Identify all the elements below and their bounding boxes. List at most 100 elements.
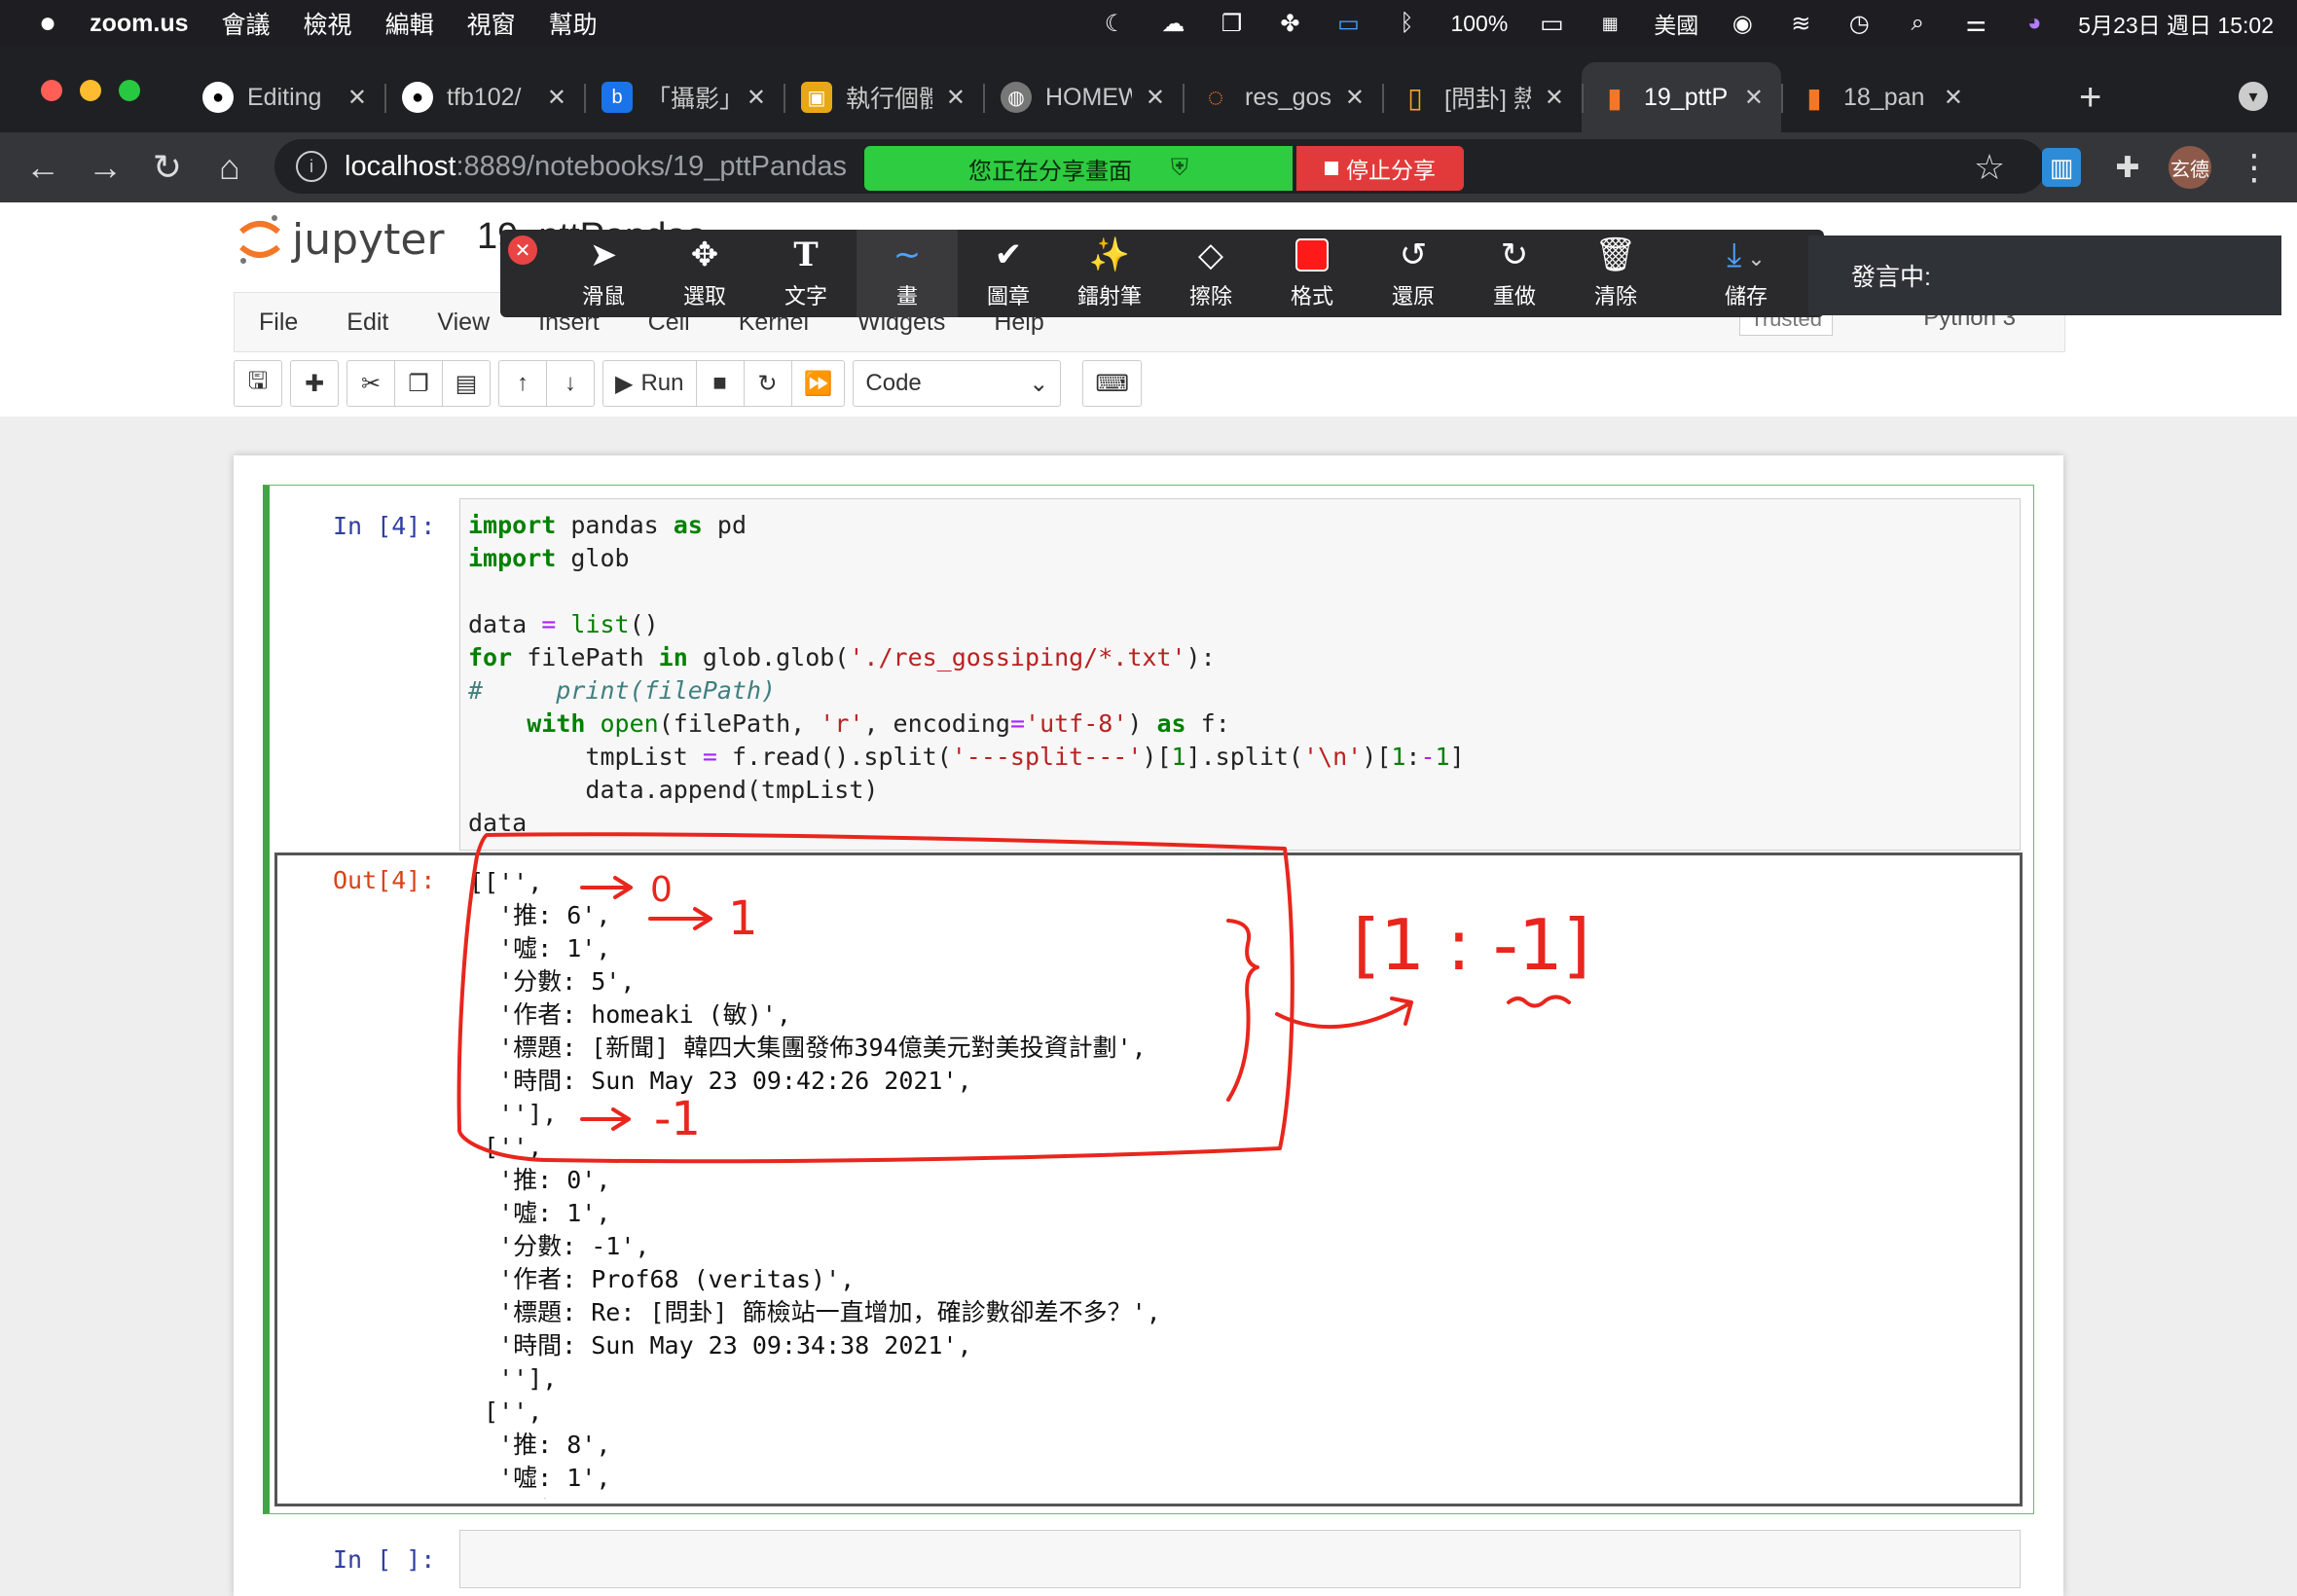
insert-cell-button[interactable]: ✚ bbox=[290, 360, 339, 407]
output-line: '作者: Prof68 (veritas)', bbox=[469, 1265, 856, 1293]
close-icon[interactable]: ✕ bbox=[1146, 84, 1165, 112]
tab-editing[interactable]: ● Editing ✕ bbox=[185, 62, 384, 132]
tool-text[interactable]: T 文字 bbox=[755, 230, 857, 317]
code-text[interactable]: import pandas as pd import glob data = l… bbox=[468, 509, 2012, 840]
tab-19-pttpandas[interactable]: ▮ 19_pttP ✕ bbox=[1582, 62, 1781, 132]
forward-icon[interactable]: → bbox=[82, 144, 128, 191]
interrupt-button[interactable]: ■ bbox=[695, 360, 745, 407]
extensions-puzzle-icon[interactable]: ✚ bbox=[2104, 144, 2151, 191]
home-icon[interactable]: ⌂ bbox=[206, 144, 253, 191]
apple-icon[interactable]: ● bbox=[39, 7, 56, 40]
siri-icon[interactable]: ◕ bbox=[2020, 9, 2049, 38]
move-up-button[interactable]: ↑ bbox=[498, 360, 547, 407]
battery-icon[interactable]: ▭ bbox=[1537, 9, 1566, 38]
tab-instances[interactable]: ▣ 執行個體 ✕ bbox=[784, 62, 983, 132]
close-icon[interactable]: ✕ bbox=[1944, 84, 1963, 112]
bluetooth-icon[interactable]: ᛒ bbox=[1392, 9, 1421, 38]
close-icon[interactable]: ✕ bbox=[1345, 84, 1365, 112]
info-icon[interactable]: i bbox=[296, 151, 327, 182]
tab-homework[interactable]: ◍ HOMEW ✕ bbox=[983, 62, 1183, 132]
command-palette-button[interactable]: ⌨ bbox=[1082, 360, 1143, 407]
empty-code-cell[interactable] bbox=[459, 1530, 2021, 1588]
window-close-button[interactable] bbox=[41, 80, 62, 101]
tool-stamp[interactable]: ✔ 圖章 bbox=[958, 230, 1059, 317]
copy-button[interactable]: ❐ bbox=[394, 360, 443, 407]
output-line: '分數: -1', bbox=[469, 1232, 650, 1260]
document-icon: ▯ bbox=[1407, 82, 1423, 113]
back-icon[interactable]: ← bbox=[19, 144, 66, 191]
code-editor[interactable]: import pandas as pd import glob data = l… bbox=[459, 498, 2021, 851]
app-menu[interactable]: zoom.us bbox=[90, 10, 188, 38]
output-line: '推: 6', bbox=[469, 901, 611, 929]
reload-icon[interactable]: ↻ bbox=[144, 144, 191, 191]
close-icon[interactable]: ✕ bbox=[547, 84, 566, 112]
move-down-button[interactable]: ↓ bbox=[546, 360, 595, 407]
chevron-down-icon[interactable]: ⌄ bbox=[1747, 246, 1765, 271]
save-button[interactable]: 🖫 bbox=[234, 360, 282, 407]
time-machine-icon[interactable]: ◷ bbox=[1844, 9, 1874, 38]
tool-eraser[interactable]: ◇ 擦除 bbox=[1160, 230, 1261, 317]
new-tab-button[interactable]: + bbox=[2079, 76, 2101, 120]
fan-icon[interactable]: ✤ bbox=[1275, 9, 1304, 38]
avatar[interactable]: 玄德 bbox=[2169, 146, 2211, 189]
paste-button[interactable]: ▤ bbox=[442, 360, 491, 407]
search-icon[interactable]: ⌕ bbox=[1903, 9, 1932, 38]
tool-format[interactable]: 格式 bbox=[1261, 230, 1363, 317]
close-icon[interactable]: ✕ bbox=[747, 84, 766, 112]
menu-view[interactable]: 檢視 bbox=[304, 6, 352, 41]
eraser-icon: ◇ bbox=[1197, 236, 1224, 273]
tab-tfb102[interactable]: ● tfb102/ ✕ bbox=[384, 62, 584, 132]
tool-save[interactable]: ⤓ ⌄ 儲存 bbox=[1695, 230, 1797, 317]
run-button[interactable]: ▶ Run bbox=[602, 360, 697, 407]
tool-mouse[interactable]: ➤ 滑鼠 bbox=[553, 230, 654, 317]
user-icon[interactable]: ◉ bbox=[1728, 9, 1757, 38]
clock[interactable]: 5月23日 週日 15:02 bbox=[2078, 7, 2274, 40]
control-center-icon[interactable]: ⚌ bbox=[1961, 9, 1990, 38]
menu-window[interactable]: 視窗 bbox=[467, 6, 516, 41]
tool-redo[interactable]: ↻ 重做 bbox=[1464, 230, 1565, 317]
close-icon[interactable]: ✕ bbox=[946, 84, 966, 112]
input-method[interactable]: 美國 bbox=[1654, 7, 1698, 40]
tool-laser[interactable]: ✨ 鐳射筆 bbox=[1059, 230, 1160, 317]
moon-icon[interactable]: ☾ bbox=[1100, 9, 1129, 38]
restart-run-all-button[interactable]: ⏩ bbox=[790, 360, 846, 407]
tool-undo[interactable]: ↺ 還原 bbox=[1363, 230, 1464, 317]
tool-clear[interactable]: 🗑 清除 bbox=[1565, 230, 1666, 317]
stop-share-button[interactable]: 停止分享 bbox=[1296, 146, 1464, 191]
close-icon[interactable]: ✕ bbox=[347, 84, 367, 112]
tool-select[interactable]: ✥ 選取 bbox=[654, 230, 755, 317]
menu-edit[interactable]: 編輯 bbox=[385, 6, 434, 41]
screens-icon[interactable]: ❐ bbox=[1217, 9, 1246, 38]
output-line: '推: 8', bbox=[469, 1431, 611, 1459]
menu-view[interactable]: View bbox=[413, 308, 514, 337]
menu-edit[interactable]: Edit bbox=[322, 308, 413, 337]
close-icon[interactable]: ✕ bbox=[1545, 84, 1564, 112]
cloud-upload-icon[interactable]: ☁ bbox=[1158, 9, 1187, 38]
bookmark-star-icon[interactable]: ☆ bbox=[1966, 144, 2013, 191]
window-zoom-button[interactable] bbox=[119, 80, 140, 101]
menu-meeting[interactable]: 會議 bbox=[222, 6, 271, 41]
cell-type-select[interactable]: Code ⌄ bbox=[853, 360, 1062, 407]
close-icon[interactable]: ✕ bbox=[1744, 84, 1764, 112]
tab-18-pandas[interactable]: ▮ 18_pan ✕ bbox=[1781, 62, 1981, 132]
menu-help[interactable]: 幫助 bbox=[549, 6, 598, 41]
macos-menubar: ● zoom.us 會議 檢視 編輯 視窗 幫助 ☾ ☁ ❐ ✤ ▭ ᛒ 100… bbox=[0, 0, 2297, 47]
more-menu-icon[interactable]: ⋮ bbox=[2231, 144, 2278, 191]
tab-search-icon[interactable]: ▾ bbox=[2239, 82, 2268, 111]
run-group: ▶ Run ■ ↻ ⏩ bbox=[602, 360, 846, 409]
close-icon[interactable]: ✕ bbox=[508, 236, 537, 265]
display-icon[interactable]: ▭ bbox=[1333, 9, 1363, 38]
wifi-icon[interactable]: ≋ bbox=[1786, 9, 1815, 38]
flag-icon: ▦ bbox=[1601, 13, 1619, 33]
restart-button[interactable]: ↻ bbox=[743, 360, 792, 407]
jupyter-logo[interactable]: jupyter bbox=[237, 212, 445, 267]
tab-gossip-thread[interactable]: ▯ [問卦] 熱 ✕ bbox=[1382, 62, 1582, 132]
tab-photography[interactable]: b 「攝影」 ✕ bbox=[584, 62, 784, 132]
output-line: ['', bbox=[469, 1133, 543, 1161]
window-minimize-button[interactable] bbox=[80, 80, 101, 101]
menu-file[interactable]: File bbox=[235, 308, 322, 337]
tool-draw[interactable]: ∼ 畫 bbox=[857, 230, 958, 317]
tab-res-gossiping[interactable]: ◌ res_gos ✕ bbox=[1183, 62, 1382, 132]
cut-button[interactable]: ✂ bbox=[346, 360, 395, 407]
extension-chart-icon[interactable]: ▥ bbox=[2042, 148, 2081, 187]
